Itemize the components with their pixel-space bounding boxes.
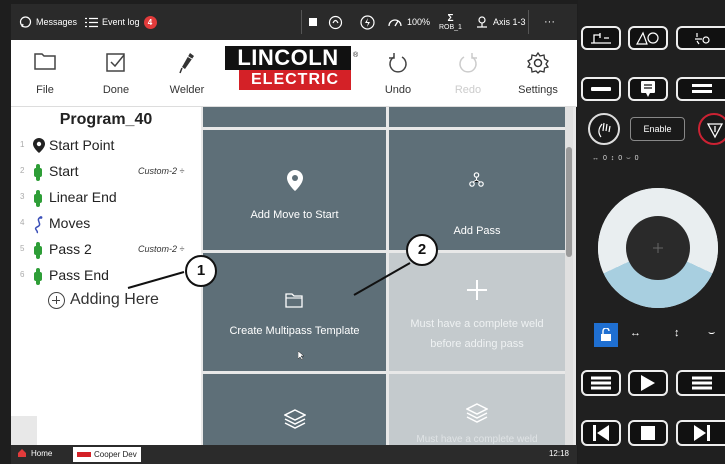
pendant-step-back-button[interactable] (581, 420, 621, 446)
pendant-lock-button[interactable] (594, 323, 618, 347)
pendant-menu-button[interactable] (676, 77, 725, 101)
jog-mode-icon (636, 31, 659, 45)
note-icon (641, 81, 655, 97)
cooper-dev-tab[interactable]: Cooper Dev (73, 447, 141, 462)
taskbar: Home Cooper Dev 12:18 (11, 445, 577, 464)
joystick-knob[interactable] (626, 216, 690, 280)
pendant-stop-button[interactable] (628, 420, 668, 446)
pendant-play-button[interactable] (628, 370, 668, 396)
estop-icon (706, 123, 724, 139)
list-icon (591, 376, 611, 390)
app-label: Cooper Dev (94, 450, 137, 459)
skip-back-icon (593, 425, 609, 441)
home-button[interactable]: Home (17, 448, 52, 458)
enable-button[interactable]: Enable (630, 117, 685, 141)
horizontal-axis-icon[interactable]: ↔ (630, 327, 641, 339)
fraction-icon (694, 33, 710, 45)
callout-1: 1 (185, 255, 217, 287)
minus-icon (591, 87, 611, 91)
pendant-emergency-stop[interactable] (698, 113, 725, 145)
pendant-jog-mode-button[interactable] (628, 26, 668, 50)
pendant-hand-button[interactable] (588, 113, 620, 145)
clock: 12:18 (548, 449, 569, 458)
stop-icon (641, 426, 655, 440)
home-label: Home (31, 448, 53, 458)
pendant-note-button[interactable] (628, 77, 668, 101)
skip-forward-icon (693, 425, 710, 441)
home-icon (18, 449, 26, 457)
hand-icon (598, 122, 611, 138)
motion-mode-icon (591, 33, 611, 44)
menu-icon (691, 84, 712, 93)
pendant-step-forward-button[interactable] (676, 420, 725, 446)
pendant-minus-button[interactable] (581, 77, 621, 101)
list-icon (691, 376, 712, 390)
screen-frame: Messages Event log 4 100% Σ ROB_1 Axis 1… (0, 0, 725, 464)
pendant-increment-button[interactable] (676, 26, 725, 50)
vertical-axis-icon[interactable]: ↕ (674, 327, 680, 339)
teach-pendant-panel: Enable ↔ 0 ↕ 0 ⌣ 0 ↔ ↕ ⌣ (578, 0, 725, 464)
pendant-list-button[interactable] (581, 370, 621, 396)
callout-2: 2 (406, 234, 438, 266)
app-mini-logo (77, 452, 91, 457)
plus-icon (653, 243, 663, 253)
axis-readout: ↔ 0 ↕ 0 ⌣ 0 (592, 155, 640, 162)
rotation-axis-icon[interactable]: ⌣ (708, 327, 715, 340)
play-icon (641, 375, 655, 391)
pendant-list-button-2[interactable] (676, 370, 725, 396)
jog-joystick[interactable] (598, 188, 718, 308)
pendant-motion-mode-button[interactable] (581, 26, 621, 50)
lock-icon (601, 328, 611, 341)
